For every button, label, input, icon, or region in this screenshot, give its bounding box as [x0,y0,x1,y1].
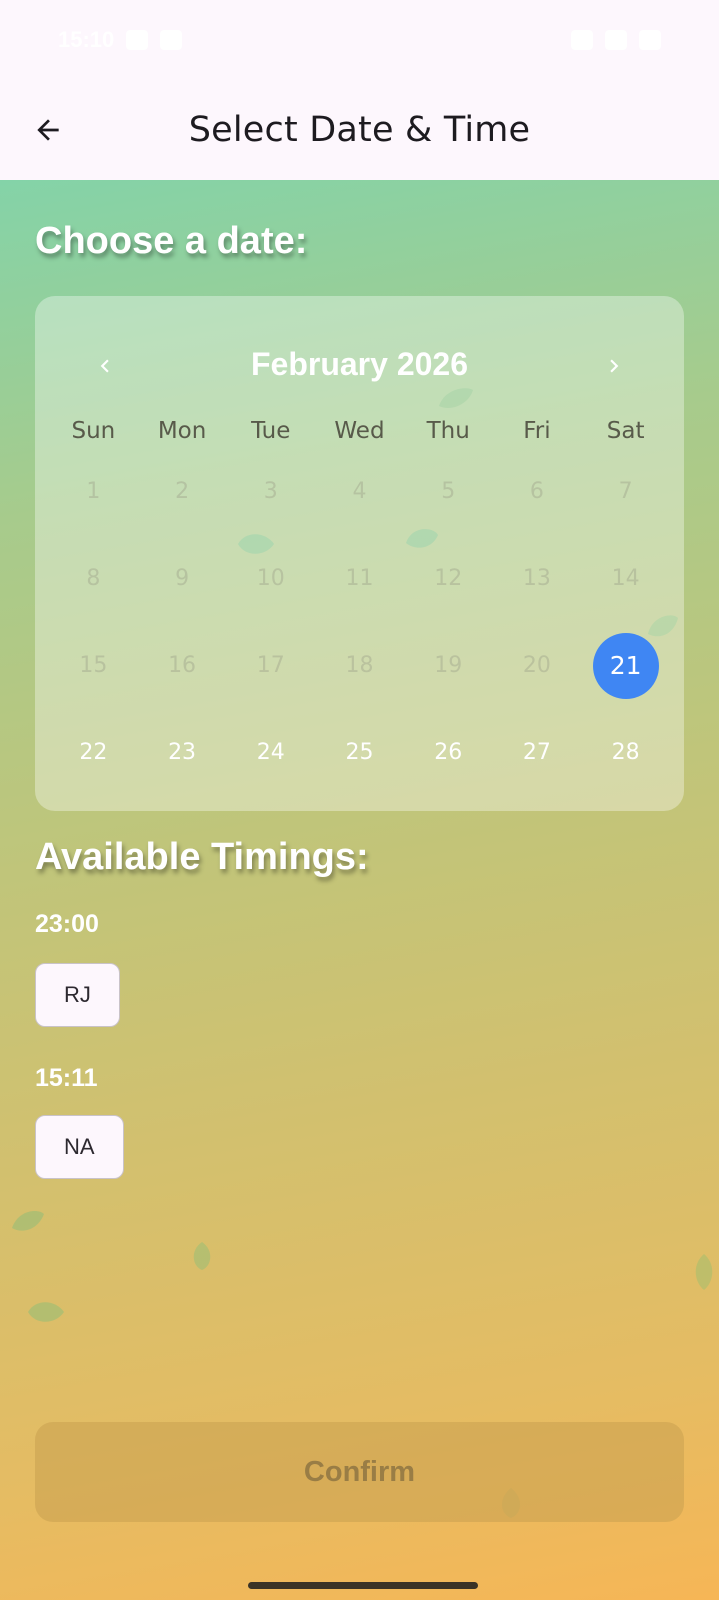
calendar-day: 7 [581,448,670,535]
calendar-day-number: 2 [175,479,190,504]
status-time: 15:10 [58,27,115,52]
calendar-day: 8 [49,535,138,622]
leaf-decoration-icon [28,1302,64,1322]
calendar-day-number: 6 [529,479,544,504]
calendar-day: 15 [49,622,138,709]
calendar-day-number: 19 [434,653,463,678]
calendar-day-number: 16 [168,653,197,678]
calendar-day-number: 28 [611,740,640,765]
notification-icon [126,30,149,50]
calendar-day: 2 [138,448,227,535]
calendar-day-number: 12 [434,566,463,591]
timing-chip[interactable]: NA [35,1115,124,1179]
choose-date-heading: Choose a date: [35,220,308,262]
leaf-decoration-icon [12,1210,44,1231]
chevron-right-icon [610,359,619,373]
weekday-label: Sat [606,418,645,444]
calendar-day-number: 17 [256,653,285,678]
calendar-day-number: 14 [611,566,640,591]
calendar-day: 4 [315,448,404,535]
confirm-button[interactable]: Confirm [35,1422,684,1522]
timing-chip[interactable]: RJ [35,963,120,1027]
home-indicator [248,1582,478,1589]
calendar-day-number: 22 [79,740,108,765]
weekday-label: Thu [426,418,470,444]
arrow-left-icon [37,119,59,141]
calendar-day-number: 18 [345,653,374,678]
calendar-day-number: 24 [256,740,285,765]
weekday-label: Sun [71,418,116,444]
back-button[interactable] [28,110,68,150]
calendar-day-number: 1 [86,479,101,504]
weekday-label: Mon [157,418,207,444]
page-title: Select Date & Time [188,110,531,150]
next-month-button[interactable] [598,350,630,382]
calendar-header: February 2026 [35,336,684,392]
calendar-day: 19 [404,622,493,709]
calendar-day-number: 8 [86,566,101,591]
calendar-day: 17 [226,622,315,709]
weekday-label: Tue [251,418,291,444]
calendar-day-number: 9 [175,566,190,591]
calendar-day-number: 3 [263,479,278,504]
calendar-day-number: 21 [592,632,659,699]
available-timings-heading: Available Timings: [35,836,369,878]
calendar-day-selected[interactable]: 21 [581,622,670,709]
calendar-day-number: 5 [441,479,456,504]
calendar-day[interactable]: 26 [404,709,493,796]
app-bar: Select Date & Time [0,80,719,180]
calendar-day-number: 23 [168,740,197,765]
calendar-day-number: 7 [618,479,633,504]
main-content: Choose a date: February 2026 Sun Mon Tue… [0,180,719,1600]
previous-month-button[interactable] [89,350,121,382]
calendar-day-number: 20 [522,653,551,678]
calendar-day-number: 11 [345,566,374,591]
calendar-day: 6 [493,448,582,535]
calendar-day[interactable]: 27 [493,709,582,796]
leaf-decoration-icon [193,1242,211,1270]
battery-icon [639,30,661,50]
timing-slot-time: 15:11 [35,1064,98,1092]
leaf-decoration-icon [695,1254,713,1290]
calendar-day[interactable]: 28 [581,709,670,796]
calendar-day[interactable]: 22 [49,709,138,796]
wifi-icon [571,30,593,50]
calendar-day-number: 13 [522,566,551,591]
calendar-day: 12 [404,535,493,622]
calendar-day[interactable]: 23 [138,709,227,796]
message-icon [160,30,183,50]
calendar: February 2026 Sun Mon Tue Wed Thu Fri Sa… [35,296,684,811]
calendar-day: 16 [138,622,227,709]
status-bar: 15:10 [0,0,719,80]
calendar-day: 1 [49,448,138,535]
calendar-day: 18 [315,622,404,709]
status-right [571,30,661,50]
calendar-day: 3 [226,448,315,535]
calendar-day-number: 15 [79,653,108,678]
calendar-day: 11 [315,535,404,622]
status-left: 15:10 [58,27,183,53]
calendar-day-number: 25 [345,740,374,765]
weekday-label: Wed [334,418,385,444]
calendar-day: 5 [404,448,493,535]
calendar-day: 20 [493,622,582,709]
weekday-row: Sun Mon Tue Wed Thu Fri Sat [35,418,684,444]
calendar-month-label: February 2026 [250,345,468,382]
calendar-day-number: 27 [522,740,551,765]
calendar-day: 13 [493,535,582,622]
chevron-left-icon [100,359,109,373]
calendar-day: 9 [138,535,227,622]
calendar-day-number: 4 [352,479,367,504]
calendar-day[interactable]: 24 [226,709,315,796]
calendar-days-grid: 1 2 3 4 5 6 7 8 9 10 11 12 13 14 15 16 17 18 19 20 21 22 23 24 2… [35,448,684,796]
calendar-day: 10 [226,535,315,622]
weekday-label: Fri [523,418,551,444]
timing-slot-time: 23:00 [35,910,99,938]
signal-icon [605,30,627,50]
calendar-day[interactable]: 25 [315,709,404,796]
calendar-day: 14 [581,535,670,622]
calendar-day-number: 10 [256,566,285,591]
calendar-day-number: 26 [434,740,463,765]
